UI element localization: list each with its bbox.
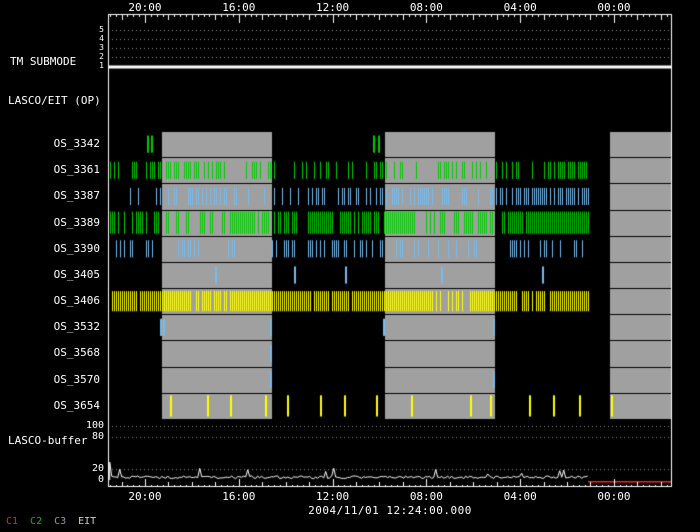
row-label: OS_3361	[53, 163, 100, 177]
row-label: OS_3390	[53, 241, 100, 255]
lasco-buffer-label: LASCO-buffer	[8, 434, 88, 447]
tm-scale-label: 1	[99, 61, 104, 70]
datetime-label: 2004/11/01 12:24:00.000	[308, 504, 472, 517]
time-tick-label-bottom: 16:00	[222, 490, 256, 503]
time-tick-label-bottom: 04:00	[503, 490, 537, 503]
buffer-scale-label: 20	[91, 463, 104, 475]
legend-item-c3: C3	[54, 516, 67, 527]
row-label: OS_3570	[53, 372, 100, 386]
timeline-plot-canvas	[0, 0, 700, 532]
legend-item-c2: C2	[30, 516, 43, 527]
time-tick-label-bottom: 20:00	[128, 490, 162, 503]
row-label: OS_3568	[53, 346, 100, 360]
time-tick-label-top: 12:00	[316, 1, 350, 14]
row-label: OS_3389	[53, 215, 100, 229]
tm-submode-label: TM SUBMODE	[10, 55, 77, 68]
camera-legend: C1 C2 C3 EIT	[6, 516, 96, 527]
tm-scale-label: 5	[99, 25, 104, 34]
lasco-eit-op-label: LASCO/EIT (OP)	[8, 94, 101, 107]
time-tick-label-top: 00:00	[597, 1, 631, 14]
time-tick-label-bottom: 12:00	[316, 490, 350, 503]
legend-item-c1: C1	[6, 516, 19, 527]
tm-scale-label: 2	[99, 52, 104, 61]
lasco-timeline-screen: TM SUBMODE LASCO/EIT (OP) LASCO-buffer 2…	[0, 0, 700, 532]
time-tick-label-top: 04:00	[503, 1, 537, 14]
tm-scale-label: 3	[99, 43, 104, 52]
buffer-scale-label: 80	[91, 430, 104, 442]
row-label: OS_3532	[53, 320, 100, 334]
buffer-scale-label: 100	[85, 420, 104, 431]
tm-scale-label: 4	[99, 34, 104, 43]
buffer-scale-label: 0	[97, 474, 104, 485]
row-label: OS_3342	[53, 137, 100, 150]
legend-item-eit: EIT	[78, 516, 97, 527]
row-label: OS_3654	[53, 398, 100, 412]
time-tick-label-top: 16:00	[222, 1, 256, 14]
time-tick-label-top: 20:00	[128, 1, 162, 14]
time-tick-label-bottom: 00:00	[597, 490, 631, 503]
row-label: OS_3406	[53, 294, 100, 308]
row-label: OS_3387	[53, 189, 100, 203]
time-tick-label-top: 08:00	[409, 1, 443, 14]
time-tick-label-bottom: 08:00	[409, 490, 443, 503]
row-label: OS_3405	[53, 267, 100, 281]
